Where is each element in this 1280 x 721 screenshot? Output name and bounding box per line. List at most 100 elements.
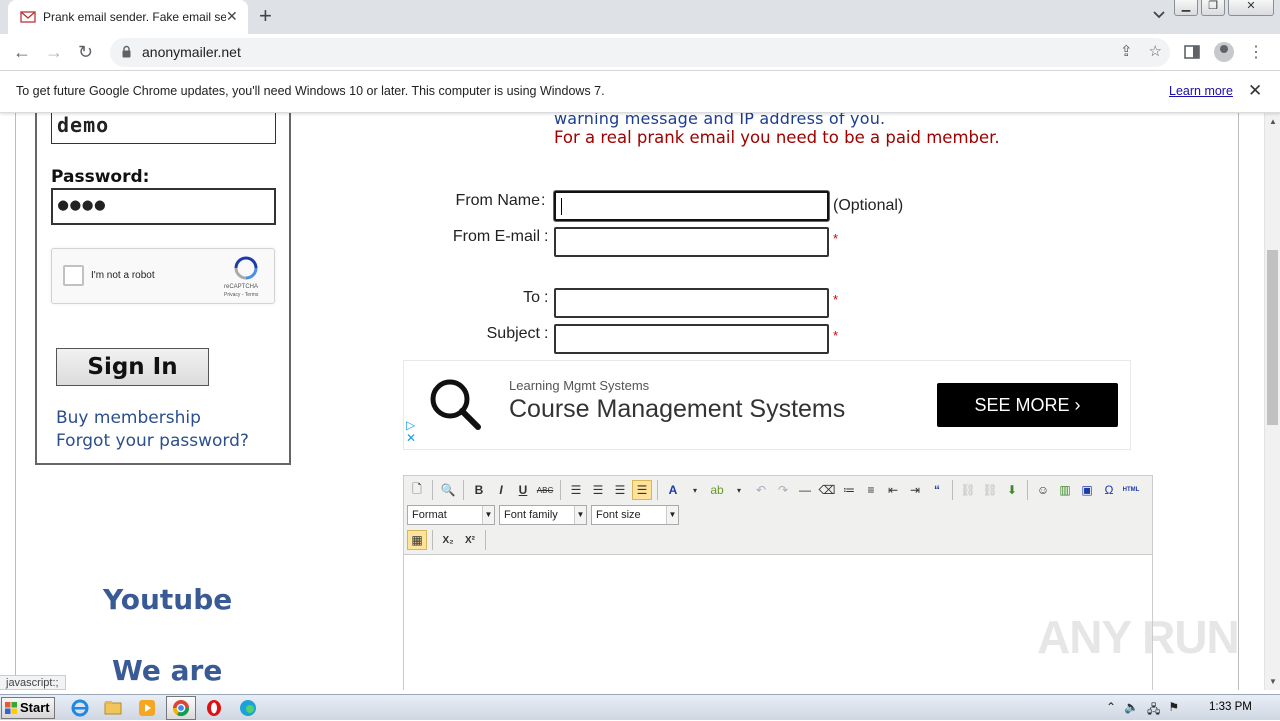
from-email-input[interactable]	[554, 227, 829, 257]
infobar-close-icon[interactable]: ✕	[1248, 81, 1262, 101]
from-email-label: From E-mail	[452, 228, 540, 245]
back-arrow-icon[interactable]: ←	[13, 42, 31, 62]
highlight-dropdown-icon[interactable]: ▾	[729, 480, 749, 500]
password-value: ●●●●	[58, 195, 107, 215]
align-center-icon[interactable]: ☰	[588, 480, 608, 500]
learn-more-link[interactable]: Learn more	[1169, 84, 1233, 98]
bold-button[interactable]: B	[469, 480, 489, 500]
table-icon[interactable]: ▦	[407, 530, 427, 550]
unlink-icon[interactable]: ⛓	[980, 480, 1000, 500]
scroll-up-icon[interactable]: ▲	[1269, 117, 1277, 126]
recaptcha-terms[interactable]: Privacy - Terms	[224, 292, 258, 298]
italic-button[interactable]: I	[491, 480, 511, 500]
profile-avatar-icon[interactable]	[1214, 42, 1234, 62]
numbered-list-icon[interactable]: ≡	[861, 480, 881, 500]
reload-icon[interactable]: ↻	[78, 42, 93, 62]
adchoices-icon[interactable]: ▷ ✕	[406, 419, 416, 445]
subscript-button[interactable]: X₂	[438, 530, 458, 550]
start-label: Start	[20, 700, 50, 715]
bullet-list-icon[interactable]: ≔	[839, 480, 859, 500]
subject-input[interactable]	[554, 324, 829, 354]
underline-button[interactable]: U	[513, 480, 533, 500]
label-separator: :	[544, 289, 549, 306]
ad-see-more-button[interactable]: SEE MORE ›	[937, 383, 1118, 427]
ad-banner[interactable]: Learning Mgmt Systems Course Management …	[403, 360, 1131, 450]
to-input[interactable]	[554, 288, 829, 318]
tab-search-chevron-icon[interactable]	[1152, 10, 1166, 20]
ad-cta-label: SEE MORE	[974, 395, 1070, 415]
opera-icon[interactable]	[204, 698, 224, 718]
minimize-button[interactable]: ▁	[1174, 0, 1198, 16]
horizontal-rule-icon[interactable]: —	[795, 480, 815, 500]
start-button[interactable]: Start	[1, 697, 55, 719]
address-bar[interactable]: anonymailer.net ⇪ ☆	[110, 38, 1170, 67]
scrollbar-thumb[interactable]	[1267, 250, 1278, 425]
preview-icon[interactable]: 🔍	[438, 480, 458, 500]
highlight-color-icon[interactable]: ab	[707, 480, 727, 500]
insert-image-icon[interactable]: ⬇	[1002, 480, 1022, 500]
menu-kebab-icon[interactable]: ⋮	[1248, 42, 1264, 62]
scroll-down-icon[interactable]: ▼	[1269, 677, 1277, 686]
ad-small-text: Learning Mgmt Systems	[509, 378, 650, 393]
restore-button[interactable]: ❐	[1201, 0, 1225, 16]
forward-arrow-icon[interactable]: →	[45, 42, 63, 62]
font-color-icon[interactable]: A	[663, 480, 683, 500]
font-color-dropdown-icon[interactable]: ▾	[685, 480, 705, 500]
file-explorer-icon[interactable]	[103, 698, 123, 718]
chrome-taskbar-button[interactable]	[166, 696, 196, 720]
forgot-password-link[interactable]: Forgot your password?	[56, 431, 249, 451]
label-separator: :	[544, 228, 549, 245]
page-border	[15, 113, 16, 690]
sign-in-button[interactable]: Sign In	[56, 348, 209, 386]
justify-icon[interactable]: ☰	[632, 480, 652, 500]
indent-icon[interactable]: ⇥	[905, 480, 925, 500]
special-char-icon[interactable]: Ω	[1099, 480, 1119, 500]
undo-icon[interactable]: ↶	[751, 480, 771, 500]
password-field[interactable]: ●●●●	[51, 188, 276, 225]
strikethrough-button[interactable]: ABC	[535, 480, 555, 500]
superscript-button[interactable]: X²	[460, 530, 480, 550]
to-label: To	[523, 289, 540, 306]
blockquote-icon[interactable]: “	[927, 480, 947, 500]
recaptcha-logo-icon	[234, 256, 258, 280]
action-center-flag-icon[interactable]: ⚑	[1168, 700, 1179, 721]
buy-membership-link[interactable]: Buy membership	[56, 408, 201, 428]
network-icon[interactable]: 🖧	[1147, 700, 1160, 721]
side-panel-icon[interactable]	[1184, 45, 1200, 59]
link-icon[interactable]: ⛓	[958, 480, 978, 500]
align-left-icon[interactable]: ☰	[566, 480, 586, 500]
emoticon-icon[interactable]: ☺	[1033, 480, 1053, 500]
new-tab-button[interactable]: +	[259, 4, 272, 28]
window-close-button[interactable]: ✕	[1228, 0, 1274, 16]
font-size-select[interactable]: Font size ▼	[591, 505, 679, 525]
volume-icon[interactable]: 🔈	[1124, 700, 1139, 721]
outdent-icon[interactable]: ⇤	[883, 480, 903, 500]
taskbar-clock[interactable]: 1:33 PM	[1209, 701, 1252, 713]
tray-expand-icon[interactable]: ⌃	[1106, 700, 1116, 721]
lock-icon	[122, 45, 131, 58]
vertical-scrollbar[interactable]: ▲ ▼	[1264, 113, 1280, 690]
font-family-select[interactable]: Font family ▼	[499, 505, 587, 525]
redo-icon[interactable]: ↷	[773, 480, 793, 500]
format-select[interactable]: Format ▼	[407, 505, 495, 525]
bookmark-star-icon[interactable]: ☆	[1149, 42, 1162, 60]
internet-explorer-icon[interactable]	[70, 698, 90, 718]
username-field[interactable]: demo	[51, 113, 276, 144]
editor-toolbar-row-2: Format ▼ Font family ▼ Font size ▼	[407, 505, 679, 525]
align-right-icon[interactable]: ☰	[610, 480, 630, 500]
html-source-icon[interactable]: HTML	[1121, 480, 1141, 500]
new-document-icon[interactable]: 🗋	[407, 480, 427, 500]
recaptcha-checkbox[interactable]	[63, 265, 84, 286]
edge-icon[interactable]	[238, 698, 258, 718]
template-icon[interactable]: ▣	[1077, 480, 1097, 500]
windows-flag-icon	[5, 702, 17, 714]
tab-close-icon[interactable]: ✕	[226, 8, 238, 25]
from-name-input[interactable]	[554, 191, 829, 221]
optional-note: (Optional)	[833, 197, 904, 214]
eraser-icon[interactable]: ⌫	[817, 480, 837, 500]
media-icon[interactable]: ▥	[1055, 480, 1075, 500]
from-name-label: From Name	[455, 192, 540, 209]
media-player-icon[interactable]	[137, 698, 157, 718]
tab-anonymailer[interactable]: Prank email sender. Fake email send ✕	[8, 0, 248, 34]
share-icon[interactable]: ⇪	[1120, 42, 1133, 60]
